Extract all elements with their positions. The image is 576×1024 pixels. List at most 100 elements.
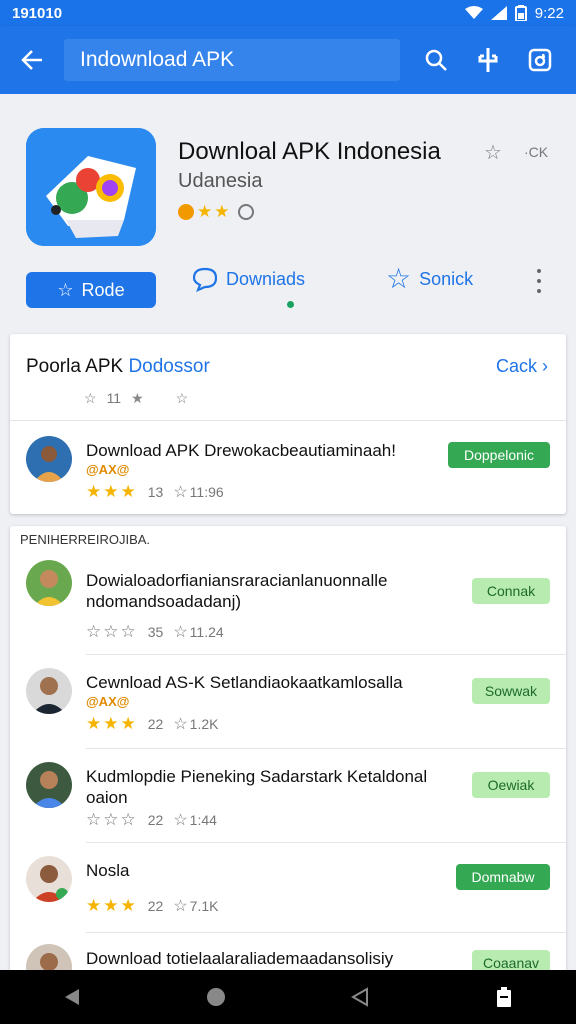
app-title: Downloal APK Indonesia [178, 138, 441, 165]
status-bar: 191010 9:22 [0, 0, 576, 26]
search-icon [425, 49, 447, 71]
circle-home-icon [207, 988, 225, 1006]
usb-icon [478, 48, 498, 72]
download-count: 1.2K [189, 716, 219, 732]
list-item[interactable]: Nosla ★★★ 22 ☆ 7.1K Domnabw [10, 844, 566, 932]
back-button[interactable] [0, 26, 64, 94]
nav-back-button[interactable] [52, 977, 92, 1017]
download-button[interactable]: Doppelonic [448, 442, 550, 468]
download-count: 11.24 [189, 624, 224, 640]
triangle-outline-icon [351, 987, 368, 1007]
star-outline-icon: ☆ [173, 812, 188, 829]
wifi-icon [464, 6, 483, 19]
item-meta: ★★★ 22 ☆ 1.2K [86, 714, 218, 734]
rating-stars: ★★ [197, 202, 232, 221]
tab-downloads[interactable]: Downiads [192, 266, 305, 292]
download-button[interactable]: Domnabw [456, 864, 550, 890]
globe-icon [238, 204, 255, 220]
rating-count: 13 [147, 484, 164, 500]
more-options-icon[interactable] [530, 266, 548, 296]
app-list-card: PENIHERREIROJIBA. Dowialoadorfianiansrar… [10, 526, 566, 972]
rode-label: Rode [81, 279, 125, 300]
badge-icon [178, 204, 194, 220]
item-title: Download APK Drewokacbeautiaminaah! [86, 441, 396, 460]
rating-count: 22 [147, 898, 164, 914]
featured-meta: ☆ 11 ★ ☆ [84, 390, 188, 407]
close-label[interactable]: ·CK [524, 144, 548, 160]
item-meta: ☆☆☆ 35 ☆ 11.24 [86, 622, 224, 642]
search-input[interactable]: Indownload APK [64, 39, 400, 81]
favorite-star-icon[interactable]: ☆ [484, 140, 502, 165]
share-icon [528, 48, 552, 72]
rode-button[interactable]: ☆ Rode [26, 272, 156, 308]
item-badge: @AX@ [86, 462, 130, 477]
bookmark-icon: ☆ [175, 390, 189, 406]
avatar [26, 436, 72, 482]
app-header: Downloal APK Indonesia Udanesia ★★ ☆ ·CK… [0, 94, 576, 322]
divider [86, 748, 566, 749]
item-meta: ☆☆☆ 22 ☆ 1:44 [86, 810, 217, 830]
avatar [26, 668, 72, 714]
arrow-left-icon [21, 50, 42, 70]
featured-count: 11 [106, 390, 122, 406]
search-button[interactable] [410, 26, 462, 94]
list-item[interactable]: Dowialoadorfianiansraracianlanuonnalle n… [10, 556, 566, 654]
item-title: Dowialoadorfianiansraracianlanuonnalle n… [86, 571, 388, 611]
featured-title-main: Poorla APK [26, 356, 129, 377]
featured-card: Poorla APK Dodossor Cack › ☆ 11 ★ ☆ Down… [10, 334, 566, 514]
tab-sonick[interactable]: ☆ Sonick [386, 265, 474, 293]
app-subtitle: Udanesia [178, 170, 263, 192]
download-button[interactable]: Coaanav [472, 950, 550, 972]
divider [86, 654, 566, 655]
list-item[interactable]: Cewnload AS-K Setlandiaokaatkamlosalla @… [10, 656, 566, 748]
avatar [26, 762, 72, 808]
signal-icon [490, 6, 507, 20]
download-count: 11:96 [189, 484, 224, 500]
download-button[interactable]: Connak [472, 578, 550, 604]
divider [86, 842, 566, 843]
clipboard-icon [497, 987, 511, 1007]
star-outline-icon: ☆ [57, 279, 74, 300]
rating-stars: ★★★ [86, 714, 138, 733]
divider [86, 932, 566, 933]
star-outline-icon: ☆ [173, 624, 188, 641]
download-button[interactable]: Oewiak [472, 772, 550, 798]
status-left-text: 191010 [12, 4, 63, 22]
avatar [26, 560, 72, 606]
battery-icon [514, 5, 527, 21]
star-outline-icon: ☆ [173, 716, 188, 733]
app-bar: Indownload APK [0, 26, 576, 94]
item-meta: ★★★ 22 ☆ 7.1K [86, 896, 218, 916]
featured-link-label: Cack [495, 356, 537, 376]
list-item[interactable]: Download totielaalaraliademaadansolisiy … [10, 934, 566, 972]
star-icon: ★ [131, 390, 144, 406]
nav-recents-button[interactable] [340, 977, 380, 1017]
star-outline-icon: ☆ [173, 898, 188, 915]
app-logo [26, 128, 156, 246]
item-title: Kudmlopdie Pieneking Sadarstark Ketaldon… [86, 767, 428, 807]
item-badge: @AX@ [86, 694, 130, 709]
navigation-bar [0, 970, 576, 1024]
section-label: PENIHERREIROJIBA. [20, 532, 151, 547]
share-button[interactable] [514, 26, 566, 94]
tab-sonick-label: Sonick [419, 268, 474, 289]
nav-home-button[interactable] [196, 977, 236, 1017]
item-title: Cewnload AS-K Setlandiaokaatkamlosalla [86, 673, 403, 692]
item-title: Download totielaalaraliademaadansolisiy [86, 949, 394, 968]
active-tab-indicator [287, 301, 294, 308]
rating-count: 35 [147, 624, 164, 640]
triangle-back-icon [65, 989, 79, 1005]
avatar [26, 944, 72, 972]
item-meta: ★★★ 13 ☆ 11:96 [86, 482, 224, 502]
tab-downloads-label: Downiads [226, 268, 306, 289]
rating-count: 22 [147, 716, 164, 732]
list-item[interactable]: Download APK Drewokacbeautiaminaah! @AX@… [10, 420, 566, 514]
list-item[interactable]: Kudmlopdie Pieneking Sadarstark Ketaldon… [10, 750, 566, 842]
featured-title: Poorla APK Dodossor [26, 356, 210, 378]
rating-stars: ★★★ [86, 482, 138, 501]
nav-extra-button[interactable] [484, 977, 524, 1017]
usb-button[interactable] [462, 26, 514, 94]
featured-link[interactable]: Cack › [496, 356, 548, 377]
download-button[interactable]: Sowwak [472, 678, 550, 704]
rating-count: 22 [147, 812, 164, 828]
